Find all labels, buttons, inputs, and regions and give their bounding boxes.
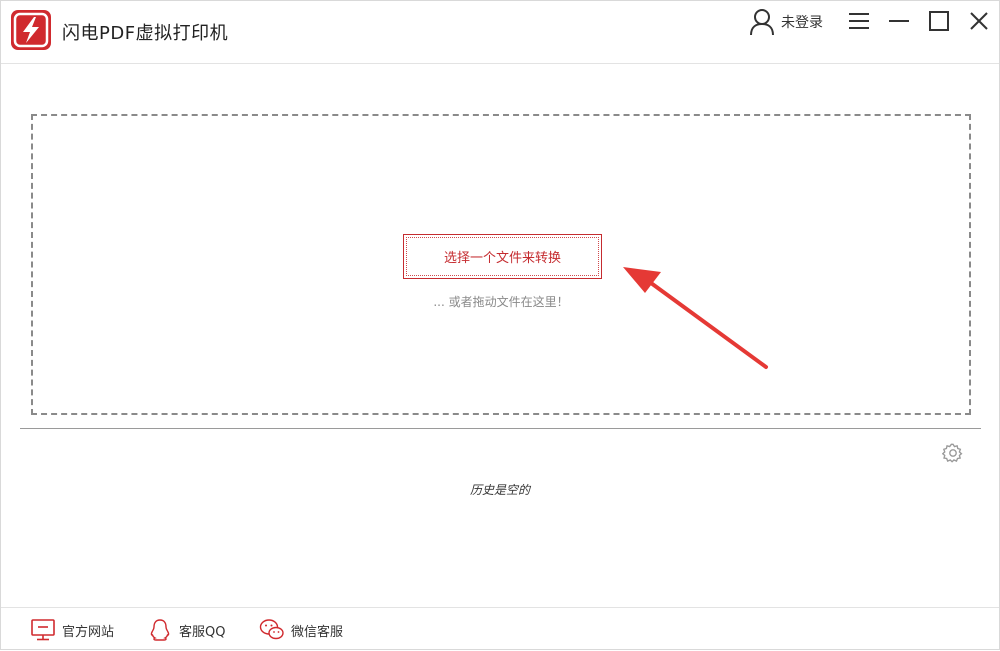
wechat-icon [259,619,284,640]
footer-official-site[interactable]: 官方网站 [30,618,114,642]
footer-bar: 官方网站 客服QQ 微信客服 [1,607,999,650]
app-title: 闪电PDF虚拟打印机 [62,23,229,44]
title-bar: 闪电PDF虚拟打印机 未登录 [1,1,999,64]
minimize-icon [889,20,909,22]
menu-button[interactable] [847,9,871,33]
menu-icon [849,13,869,29]
section-divider [20,428,981,429]
maximize-icon [929,11,949,31]
select-file-button[interactable]: 选择一个文件来转换 [403,234,602,279]
minimize-button[interactable] [887,9,911,33]
app-window: 闪电PDF虚拟打印机 未登录 选择一个文件来转换 ... 或者拖动文件在这里！ … [0,0,1000,650]
drag-hint: ... 或者拖动文件在这里！ [433,295,569,309]
user-icon [750,9,774,36]
footer-wechat-support-label: 微信客服 [291,624,344,640]
select-file-label: 选择一个文件来转换 [406,237,599,276]
close-button[interactable] [967,9,991,33]
footer-wechat-support[interactable]: 微信客服 [259,618,343,642]
footer-qq-support-label: 客服QQ [179,624,226,640]
maximize-button[interactable] [927,9,951,33]
qq-icon [150,619,170,641]
footer-official-site-label: 官方网站 [62,624,115,640]
gear-icon[interactable] [942,442,964,464]
app-logo [11,10,51,50]
login-button[interactable]: 未登录 [749,7,823,37]
history-empty-text: 历史是空的 [469,483,530,497]
footer-qq-support[interactable]: 客服QQ [147,618,225,642]
close-icon [970,12,988,30]
user-label: 未登录 [781,15,823,31]
file-drop-zone[interactable]: 选择一个文件来转换 ... 或者拖动文件在这里！ [31,114,971,415]
monitor-icon [31,619,55,641]
